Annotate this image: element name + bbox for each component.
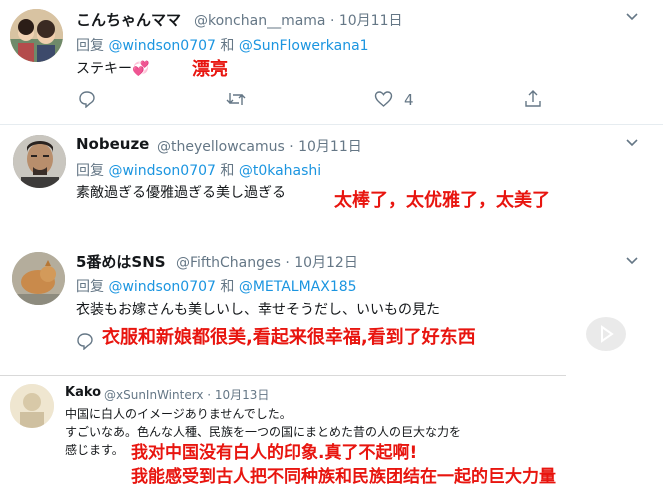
tweet-text: 素敵過ぎる優雅過ぎる美し過ぎる <box>76 185 286 201</box>
tweet-4[interactable]: Kako @xSunInWinterx · 10月13日 中国に白人のイメージあ… <box>0 378 663 487</box>
avatar[interactable] <box>12 252 65 305</box>
tweet-text-line: 中国に白人のイメージありませんでした。 <box>65 407 292 421</box>
reply-to-line: 回复 @windson0707 和 @METALMAX185 <box>76 276 357 296</box>
like-count: 4 <box>404 91 414 109</box>
and-text: 和 <box>220 163 235 179</box>
translation-annotation: 我对中国没有白人的印象.真了不起啊! <box>131 443 418 463</box>
retweet-icon[interactable] <box>226 90 246 112</box>
tweet-text-line: 感じます。 <box>65 443 124 457</box>
mention-link[interactable]: @t0kahashi <box>239 163 321 179</box>
like-icon[interactable] <box>374 90 393 112</box>
play-icon[interactable] <box>586 317 626 351</box>
author-handle-date[interactable]: @FifthChanges · 10月12日 <box>176 252 358 272</box>
author-name[interactable]: 5番めはSNS <box>76 251 166 272</box>
author-name[interactable]: Nobeuze <box>76 135 149 153</box>
mention-link[interactable]: @windson0707 <box>108 279 215 295</box>
and-text: 和 <box>220 279 235 295</box>
tweet-text-content: ステキー <box>76 61 132 77</box>
avatar[interactable] <box>13 135 66 188</box>
divider <box>0 124 663 125</box>
author-handle-date[interactable]: @konchan__mama · 10月11日 <box>194 10 402 30</box>
reply-prefix: 回复 <box>76 163 104 179</box>
tweet-text: 衣装もお嫁さんも美しいし、幸せそうだし、いいもの見た <box>76 302 440 318</box>
avatar[interactable] <box>10 384 54 428</box>
chevron-down-icon[interactable] <box>625 10 639 24</box>
reply-to-line: 回复 @windson0707 和 @t0kahashi <box>76 160 321 180</box>
tweet-1[interactable]: こんちゃんママ @konchan__mama · 10月11日 回复 @wind… <box>0 0 663 124</box>
author-name[interactable]: Kako <box>65 385 101 400</box>
heart-emoji: 💞 <box>132 61 150 77</box>
author-name[interactable]: こんちゃんママ <box>76 9 181 30</box>
translation-annotation: 太棒了，太优雅了，太美了 <box>334 190 550 211</box>
mention-link[interactable]: @METALMAX185 <box>239 279 357 295</box>
reply-to-line: 回复 @windson0707 和 @SunFlowerkana1 <box>76 35 369 55</box>
chevron-down-icon[interactable] <box>625 254 639 268</box>
translation-annotation: 我能感受到古人把不同种族和民族团结在一起的巨大力量 <box>131 467 556 487</box>
reply-icon[interactable] <box>78 90 96 112</box>
chevron-down-icon[interactable] <box>625 136 639 150</box>
avatar[interactable] <box>10 9 63 62</box>
share-icon[interactable] <box>524 89 542 112</box>
tweet-3[interactable]: 5番めはSNS @FifthChanges · 10月12日 回复 @winds… <box>0 244 663 362</box>
reply-icon[interactable] <box>76 332 94 354</box>
tweet-text: ステキー💞 <box>76 58 149 78</box>
mention-link[interactable]: @windson0707 <box>108 163 215 179</box>
reply-prefix: 回复 <box>76 38 104 54</box>
reply-prefix: 回复 <box>76 279 104 295</box>
mention-link[interactable]: @SunFlowerkana1 <box>239 38 369 54</box>
and-text: 和 <box>220 38 235 54</box>
author-handle-date[interactable]: @theyellowcamus · 10月11日 <box>157 136 362 156</box>
mention-link[interactable]: @windson0707 <box>108 38 215 54</box>
translation-annotation: 衣服和新娘都很美,看起来很幸福,看到了好东西 <box>102 327 476 348</box>
author-handle-date[interactable]: @xSunInWinterx · 10月13日 <box>104 386 269 403</box>
tweet-2[interactable]: Nobeuze @theyellowcamus · 10月11日 回复 @win… <box>0 126 663 238</box>
translation-annotation: 漂亮 <box>192 59 228 80</box>
